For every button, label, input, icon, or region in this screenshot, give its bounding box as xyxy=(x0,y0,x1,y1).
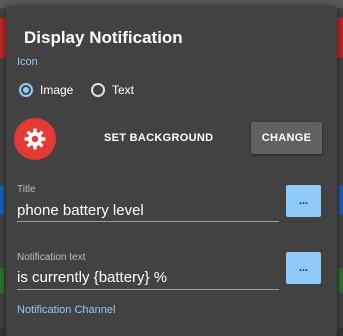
notification-text-label: Notification text xyxy=(17,252,86,263)
notification-icon-preview[interactable] xyxy=(14,118,56,160)
title-field-label: Title xyxy=(17,184,36,195)
set-background-button[interactable]: SET BACKGROUND xyxy=(104,132,213,144)
title-variables-button[interactable]: ... xyxy=(286,185,321,217)
background-edge xyxy=(0,185,4,215)
icon-option-text[interactable]: Text xyxy=(91,80,134,100)
radio-text-icon[interactable] xyxy=(91,83,105,97)
icon-option-image[interactable]: Image xyxy=(19,80,73,100)
dialog-title: Display Notification xyxy=(24,28,183,47)
radio-text-label: Text xyxy=(112,83,135,97)
change-button[interactable]: CHANGE xyxy=(251,122,322,154)
background-edge xyxy=(0,268,4,293)
title-field[interactable]: phone battery level xyxy=(17,202,144,219)
radio-image-label: Image xyxy=(40,83,74,97)
title-field-underline xyxy=(17,221,279,222)
background-edge xyxy=(339,185,343,215)
background-edge xyxy=(337,18,343,58)
notification-text-field[interactable]: is currently {battery} % xyxy=(17,269,167,286)
icon-section-label: Icon xyxy=(17,56,38,68)
notification-channel-label[interactable]: Notification Channel xyxy=(17,304,115,316)
display-notification-dialog: Display Notification Icon Image Text SET… xyxy=(6,6,337,336)
background-edge xyxy=(339,268,343,293)
radio-image-icon[interactable] xyxy=(19,83,33,97)
notification-text-variables-button[interactable]: ... xyxy=(286,252,321,284)
notification-text-underline xyxy=(17,289,279,290)
gear-icon xyxy=(24,128,46,150)
